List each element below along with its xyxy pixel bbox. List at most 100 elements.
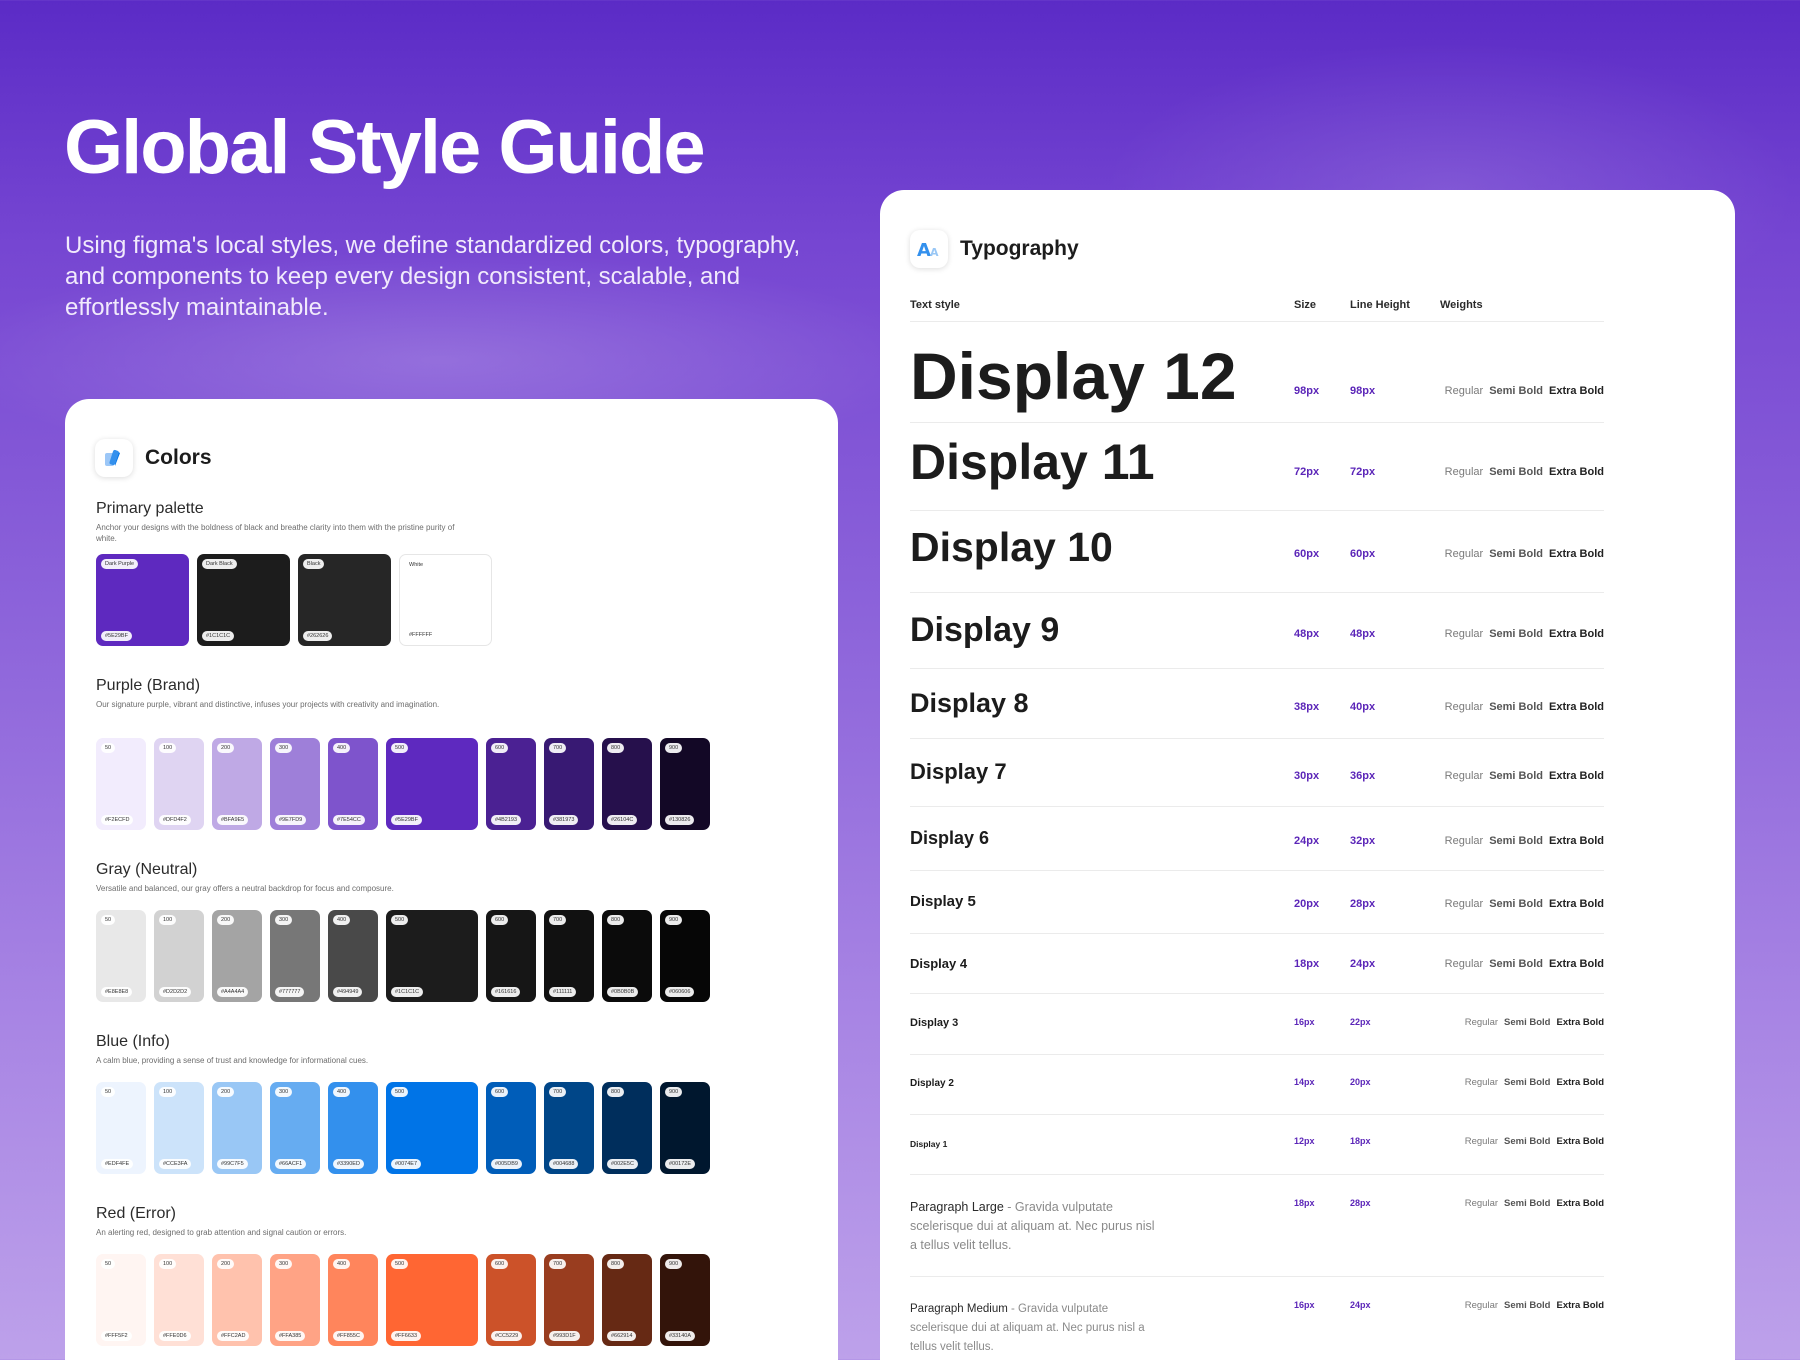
swatch-step: 300 <box>275 743 293 753</box>
weight-regular: Regular <box>1444 548 1484 560</box>
type-row: Display 1 12px 18px Regular Semi Bold Extra B… <box>910 1114 1604 1174</box>
swatch-hex: #FFFFFF <box>409 632 433 638</box>
type-size: 30px <box>1294 770 1320 782</box>
swatch-hex: #111111 <box>549 987 577 997</box>
color-swatch: 400 #494949 <box>328 910 378 1002</box>
section-title: Red (Error) <box>96 1205 177 1222</box>
swatch-step: 200 <box>217 1259 235 1269</box>
color-swatch: 800 #002E5C <box>602 1082 652 1174</box>
paragraph-row: Paragraph Large - Gravida vulputate scel… <box>910 1174 1604 1276</box>
color-swatch: 100 #DFD4F2 <box>154 738 204 830</box>
swatch-hex: #FFE0D6 <box>159 1331 191 1341</box>
swatch-step: 300 <box>275 1259 293 1269</box>
swatch-step: 500 <box>391 743 409 753</box>
weight-regular: Regular <box>1464 1198 1499 1209</box>
swatch-hex: #0074E7 <box>391 1159 422 1169</box>
type-size: 38px <box>1294 701 1320 713</box>
weight-semi-bold: Semi Bold <box>1489 835 1543 847</box>
type-style-name: Display 10 <box>910 523 1113 570</box>
type-line-height: 18px <box>1350 1136 1371 1146</box>
weight-extra-bold: Extra Bold <box>1548 835 1604 847</box>
swatch-name: Black <box>303 559 325 569</box>
swatch-hex: #33140A <box>665 1331 696 1341</box>
red-swatches: 50 #FFF5F2 100 #FFE0D6 200 #FFC2AD 300 #FFA385 4… <box>96 1254 718 1346</box>
color-swatch: 300 #FFA385 <box>270 1254 320 1346</box>
color-swatch: 900 #33140A <box>660 1254 710 1346</box>
swatch-step: 50 <box>101 743 116 753</box>
paragraph-style-name: Paragraph Large <box>910 1200 1004 1214</box>
color-swatch: 800 #26104C <box>602 738 652 830</box>
swatch-hex: #161616 <box>491 987 521 997</box>
font-icon: A A <box>910 230 948 268</box>
section-title: Purple (Brand) <box>96 677 201 694</box>
weight-extra-bold: Extra Bold <box>1548 466 1604 478</box>
section-title: Primary palette <box>96 500 204 517</box>
type-line-height: 22px <box>1350 1017 1371 1027</box>
swatch-hex: #993D1F <box>549 1331 580 1341</box>
weight-regular: Regular <box>1464 1136 1499 1147</box>
purple-section: Purple (Brand) Our signature purple, vib… <box>96 677 456 710</box>
blue-section: Blue (Info) A calm blue, providing a sen… <box>96 1033 456 1066</box>
swatch-hex: #4B2193 <box>491 815 522 825</box>
typography-header: A A Typography <box>910 230 1079 268</box>
swatch-step: 800 <box>607 1087 625 1097</box>
swatch-hex: #777777 <box>275 987 305 997</box>
swatch-step: 700 <box>549 743 567 753</box>
colors-header: Colors <box>95 439 212 477</box>
swatch-step: 300 <box>275 915 293 925</box>
color-swatch: 900 #00172E <box>660 1082 710 1174</box>
swatch-hex: #F2ECFD <box>101 815 134 825</box>
paragraph-row: Paragraph Medium - Gravida vulputate sce… <box>910 1276 1604 1360</box>
type-size: 20px <box>1294 898 1320 910</box>
color-swatch: Black #262626 <box>298 554 391 646</box>
swatch-hex: #5E29BF <box>391 815 422 825</box>
color-swatch: 400 #3390ED <box>328 1082 378 1174</box>
type-row: Display 6 24px 32px Regular Semi Bold Extra B… <box>910 806 1604 870</box>
weight-regular: Regular <box>1444 385 1484 397</box>
swatch-name: Dark Purple <box>101 559 139 569</box>
color-swatch: 600 #CC5229 <box>486 1254 536 1346</box>
swatch-hex: #9E7FD9 <box>275 815 307 825</box>
weight-regular: Regular <box>1444 701 1484 713</box>
weight-regular: Regular <box>1444 835 1484 847</box>
type-style-name: Display 3 <box>910 1017 959 1029</box>
section-desc: Our signature purple, vibrant and distin… <box>96 700 440 709</box>
type-size: 60px <box>1294 548 1320 560</box>
color-swatch: Dark Black #1C1C1C <box>197 554 290 646</box>
swatch-step: 700 <box>549 915 567 925</box>
type-row: Display 7 30px 36px Regular Semi Bold Extra B… <box>910 738 1604 806</box>
type-line-height: 28px <box>1350 1198 1371 1208</box>
weight-regular: Regular <box>1444 770 1484 782</box>
type-weights: Regular Semi Bold Extra Bold <box>1439 628 1604 640</box>
weight-regular: Regular <box>1444 466 1484 478</box>
swatch-hex: #3390ED <box>333 1159 364 1169</box>
color-swatch: 300 #777777 <box>270 910 320 1002</box>
swatch-hex: #004688 <box>549 1159 579 1169</box>
type-size: 18px <box>1294 958 1320 970</box>
color-swatch: 600 #161616 <box>486 910 536 1002</box>
swatch-hex: #1C1C1C <box>202 631 235 641</box>
section-desc: Versatile and balanced, our gray offers … <box>96 884 394 893</box>
type-size: 16px <box>1294 1017 1315 1027</box>
weight-extra-bold: Extra Bold <box>1556 1300 1604 1311</box>
color-swatch: 50 #E8E8E8 <box>96 910 146 1002</box>
type-row: Display 2 14px 20px Regular Semi Bold Extra B… <box>910 1054 1604 1114</box>
swatch-hex: #5E29BF <box>101 631 132 641</box>
swatch-hex: #662914 <box>607 1331 637 1341</box>
swatch-step: 900 <box>665 915 683 925</box>
swatch-hex: #FF6633 <box>391 1331 422 1341</box>
swatch-hex: #66ACF1 <box>275 1159 307 1169</box>
color-swatch: 500 #FF6633 <box>386 1254 478 1346</box>
swatch-hex: #FFF5F2 <box>101 1331 132 1341</box>
typography-card: A A Typography Text style Size Line Heig… <box>880 190 1735 1360</box>
weight-semi-bold: Semi Bold <box>1489 466 1543 478</box>
type-line-height: 32px <box>1350 835 1376 847</box>
swatch-hex: #26104C <box>607 815 638 825</box>
swatch-step: 700 <box>549 1259 567 1269</box>
swatch-hex: #CC5229 <box>491 1331 523 1341</box>
swatch-step: 800 <box>607 743 625 753</box>
paragraph-style-name: Paragraph Medium <box>910 1303 1008 1315</box>
colors-card: Colors Primary palette Anchor your desig… <box>65 399 838 1360</box>
color-swatch: 700 #004688 <box>544 1082 594 1174</box>
type-line-height: 40px <box>1350 701 1376 713</box>
